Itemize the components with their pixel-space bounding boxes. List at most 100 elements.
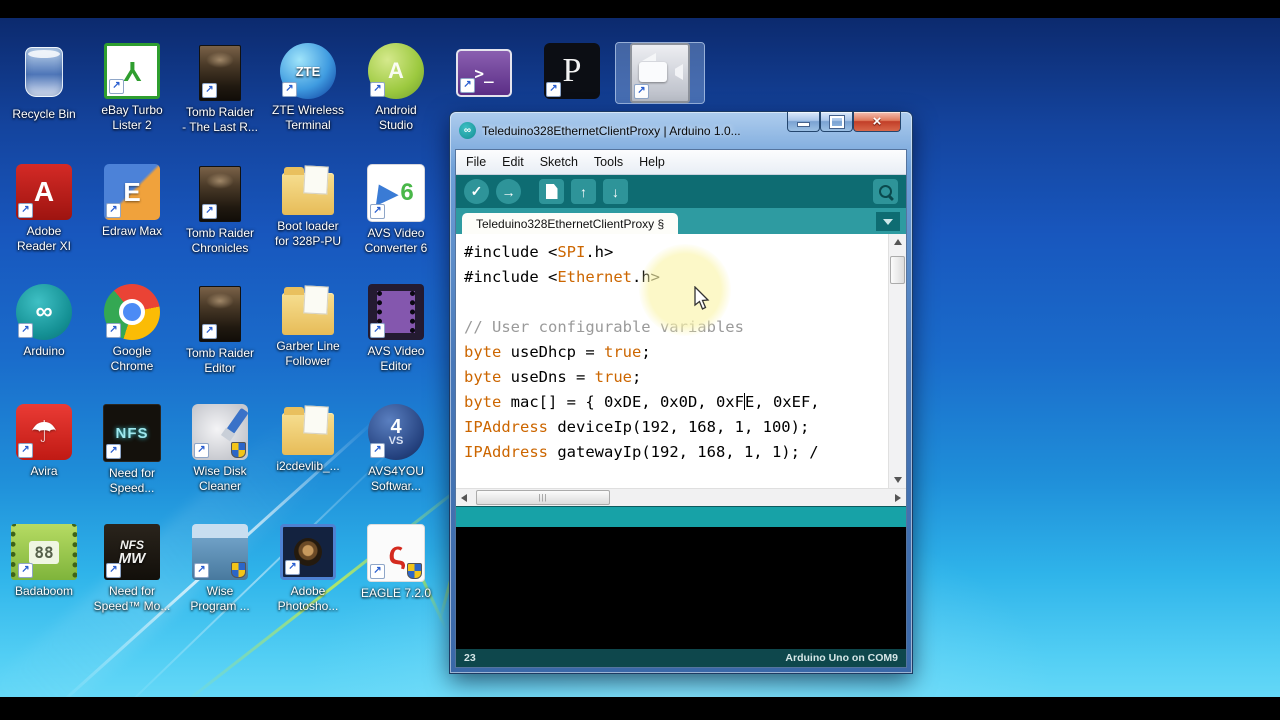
code-line[interactable]: #include <SPI.h> — [464, 240, 886, 265]
menu-file[interactable]: File — [466, 155, 486, 169]
icon-label: Edraw Max — [101, 224, 163, 238]
icon-label: eBay Turbo Lister 2 — [101, 103, 163, 132]
shortcut-arrow-icon: ↗ — [109, 79, 124, 94]
icon-label: Tomb Raider - The Last R... — [182, 105, 258, 134]
icon-label: Badaboom — [14, 584, 74, 598]
code-line[interactable]: IPAddress deviceIp(192, 168, 1, 100); — [464, 415, 886, 440]
badaboom-icon: 88 ↗ — [11, 524, 77, 580]
code-editor[interactable]: #include <SPI.h> #include <Ethernet.h> // … — [456, 234, 906, 488]
desktop-icon-ebay-turbo-lister[interactable]: Y ↗ eBay Turbo Lister 2 — [88, 43, 176, 133]
icon-label: Avira — [30, 464, 58, 478]
upload-button[interactable]: → — [496, 179, 521, 204]
desktop-icon-adobe-reader[interactable]: A ↗ Adobe Reader XI — [0, 164, 88, 254]
desktop-icon-avira[interactable]: ☂ ↗ Avira — [0, 404, 88, 479]
desktop-icon-tomb-raider-last[interactable]: ↗ Tomb Raider - The Last R... — [176, 43, 264, 135]
scroll-up-arrow[interactable] — [889, 234, 906, 250]
desktop-icon-avs-video-editor[interactable]: ↗ AVS Video Editor — [352, 284, 440, 374]
desktop-icon-android-studio[interactable]: A ↗ Android Studio — [352, 43, 440, 133]
desktop-icon-tomb-raider-editor[interactable]: ↗ Tomb Raider Editor — [176, 284, 264, 376]
save-sketch-button[interactable]: ↓ — [603, 179, 628, 204]
photoshop-eye-icon: ↗ — [280, 524, 336, 580]
tab-menu-button[interactable] — [876, 212, 900, 231]
shortcut-arrow-icon: ↗ — [370, 323, 385, 338]
shortcut-arrow-icon: ↗ — [202, 83, 217, 98]
shortcut-arrow-icon: ↗ — [194, 563, 209, 578]
shortcut-arrow-icon: ↗ — [370, 82, 385, 97]
menu-edit[interactable]: Edit — [502, 155, 524, 169]
scroll-right-arrow[interactable] — [890, 489, 906, 506]
icon-label: Android Studio — [375, 103, 417, 132]
verify-button[interactable]: ✓ — [464, 179, 489, 204]
open-sketch-button[interactable]: ↑ — [571, 179, 596, 204]
scroll-down-arrow[interactable] — [889, 472, 906, 488]
code-line[interactable]: IPAddress gatewayIp(192, 168, 1, 1); / — [464, 440, 886, 465]
shortcut-arrow-icon: ↗ — [106, 203, 121, 218]
vertical-scroll-thumb[interactable] — [890, 256, 905, 284]
scroll-left-arrow[interactable] — [456, 489, 472, 506]
desktop-icon-eagle[interactable]: ς ↗ EAGLE 7.2.0 — [352, 524, 440, 601]
desktop-icon-p-app[interactable]: P ↗ — [528, 43, 616, 99]
p-app-icon: P ↗ — [544, 43, 600, 99]
icon-label: Need for Speed... — [108, 466, 156, 495]
icon-label: Need for Speed™ Mo... — [93, 584, 171, 613]
horizontal-scroll-thumb[interactable]: ||| — [476, 490, 610, 505]
icon-label: AVS Video Editor — [367, 344, 425, 373]
menu-help[interactable]: Help — [639, 155, 665, 169]
desktop-icon-i2cdevlib-folder[interactable]: i2cdevlib_... — [264, 404, 352, 474]
desktop-icon-zte-wireless-terminal[interactable]: ZTE ↗ ZTE Wireless Terminal — [264, 43, 352, 133]
close-button[interactable]: × — [853, 112, 901, 132]
desktop-icon-bootloader-folder[interactable]: Boot loader for 328P-PU — [264, 164, 352, 249]
nfs-icon: NFS ↗ — [103, 404, 161, 462]
desktop-icon-recycle-bin[interactable]: Recycle Bin — [0, 43, 88, 122]
desktop-icon-edraw-max[interactable]: E ↗ Edraw Max — [88, 164, 176, 239]
umbrella-icon: ☂ ↗ — [16, 404, 72, 460]
horizontal-scrollbar[interactable]: ||| — [456, 488, 906, 506]
folder-icon — [282, 167, 334, 215]
desktop-icon-nfs-most-wanted[interactable]: NFS MW ↗ Need for Speed™ Mo... — [88, 524, 176, 614]
desktop-icon-badaboom[interactable]: 88 ↗ Badaboom — [0, 524, 88, 599]
code-line[interactable]: #include <Ethernet.h> — [464, 265, 886, 290]
desktop-icon-wise-disk-cleaner[interactable]: ↗ Wise Disk Cleaner — [176, 404, 264, 494]
title-bar[interactable]: ∞ Teleduino328EthernetClientProxy | Ardu… — [455, 112, 907, 149]
icon-label: Wise Program ... — [190, 584, 250, 613]
desktop-icon-garber-folder[interactable]: Garber Line Follower — [264, 284, 352, 369]
desktop-icon-avs-video-converter[interactable]: ▶ 6 ↗ AVS Video Converter 6 — [352, 164, 440, 256]
code-line[interactable]: // User configurable variables — [464, 315, 886, 340]
new-sketch-button[interactable] — [539, 179, 564, 204]
serial-monitor-button[interactable] — [873, 179, 898, 204]
icon-label: Adobe Photosho... — [277, 584, 339, 613]
desktop-icon-need-for-speed[interactable]: NFS ↗ Need for Speed... — [88, 404, 176, 496]
desktop-icon-terminal[interactable]: >_ ↗ — [440, 43, 528, 97]
desktop-icon-adobe-photoshop[interactable]: ↗ Adobe Photosho... — [264, 524, 352, 614]
code-line[interactable]: byte useDns = true; — [464, 365, 886, 390]
shortcut-arrow-icon: ↗ — [106, 444, 121, 459]
tab-sketch[interactable]: Teleduino328EthernetClientProxy § — [462, 213, 679, 234]
code-line[interactable]: byte useDhcp = true; — [464, 340, 886, 365]
tomb-raider-icon: ↗ — [199, 45, 241, 101]
status-message-strip — [456, 506, 906, 527]
maximize-icon — [828, 114, 845, 129]
arrow-down-icon: ↓ — [612, 183, 619, 200]
minimize-icon — [797, 122, 810, 127]
icon-label: AVS Video Converter 6 — [364, 226, 428, 255]
desktop-icon-avs4you[interactable]: 4 VS ↗ AVS4YOU Softwar... — [352, 404, 440, 494]
vertical-scrollbar[interactable] — [888, 234, 906, 488]
terminal-icon: >_ ↗ — [456, 49, 512, 97]
maximize-button[interactable] — [820, 112, 853, 132]
menu-sketch[interactable]: Sketch — [540, 155, 578, 169]
desktop-icon-camstudio[interactable]: ↗ — [615, 42, 705, 104]
shortcut-arrow-icon: ↗ — [460, 78, 475, 93]
desktop-icon-tomb-raider-chronicles[interactable]: ↗ Tomb Raider Chronicles — [176, 164, 264, 256]
icon-label: ZTE Wireless Terminal — [272, 103, 344, 132]
nfs-mw-icon: NFS MW ↗ — [104, 524, 160, 580]
icon-label: Arduino — [23, 344, 65, 358]
icon-label: Tomb Raider Editor — [185, 346, 255, 375]
desktop-icon-wise-program[interactable]: ↗ Wise Program ... — [176, 524, 264, 614]
code-line[interactable] — [464, 290, 886, 315]
minimize-button[interactable] — [787, 112, 820, 132]
icon-label: Wise Disk Cleaner — [193, 464, 247, 493]
code-line[interactable]: byte mac[] = { 0xDE, 0x0D, 0xFE, 0xEF, — [464, 390, 886, 415]
desktop-icon-arduino[interactable]: ∞ ↗ Arduino — [0, 284, 88, 359]
desktop-icon-google-chrome[interactable]: ↗ Google Chrome — [88, 284, 176, 374]
menu-tools[interactable]: Tools — [594, 155, 623, 169]
